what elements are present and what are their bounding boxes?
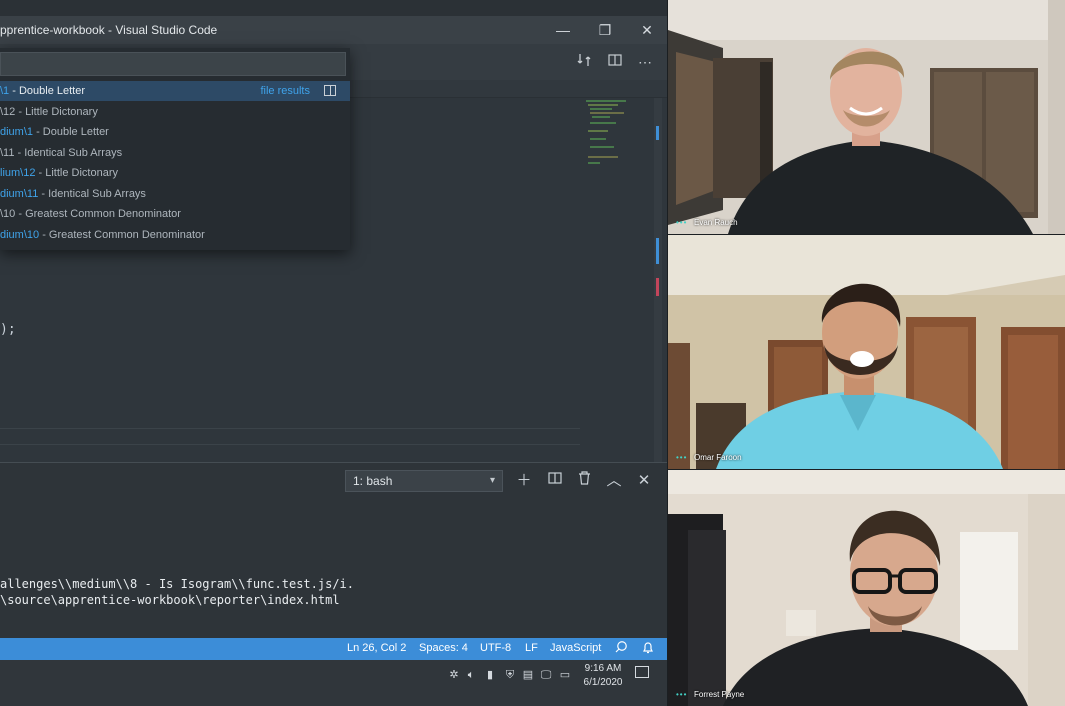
participant-name: Forrest Payne — [694, 690, 745, 699]
network-icon[interactable]: 🖵︎ — [539, 668, 553, 682]
divider — [0, 428, 580, 429]
code-fragment: ); — [0, 322, 16, 337]
quick-open-dropdown: \1 - Double Letter file results \12 - Li… — [0, 48, 350, 250]
video-tile[interactable]: ••• Evan Rauch — [668, 0, 1065, 234]
open-to-side-icon[interactable] — [324, 85, 336, 96]
microphone-icon[interactable]: ▮ — [483, 668, 497, 682]
divider — [0, 444, 580, 445]
indentation[interactable]: Spaces: 4 — [419, 642, 468, 654]
settings-icon[interactable]: ✲ — [447, 668, 461, 682]
speaker-indicator: ••• — [676, 453, 688, 462]
bell-icon[interactable] — [642, 641, 654, 657]
notification-icon[interactable] — [635, 666, 649, 678]
participant-name: Evan Rauch — [694, 218, 738, 227]
chevron-down-icon: ▾ — [489, 475, 495, 486]
taskbar: ✲ 🔈︎ ▮ ⛨ ▤ 🖵︎ ▭ 9:16 AM 6/1/2020 — [0, 660, 667, 706]
terminal-line: \source\apprentice-workbook\reporter\ind… — [0, 593, 340, 607]
video-tile[interactable]: ••• Forrest Payne — [668, 470, 1065, 706]
split-terminal-icon[interactable] — [544, 470, 566, 492]
quick-open-item[interactable]: dium\1 - Double Letter — [0, 122, 350, 142]
display-icon[interactable]: ▤ — [521, 668, 535, 682]
file-results-label: file results — [260, 85, 310, 97]
terminal-select[interactable]: 1: bash ▾ — [345, 470, 503, 492]
feedback-icon[interactable] — [614, 641, 627, 657]
quick-open-item[interactable]: dium\11 - Identical Sub Arrays — [0, 184, 350, 204]
battery-icon[interactable]: ▭ — [558, 668, 572, 682]
quick-open-item[interactable]: \1 - Double Letter file results — [0, 81, 350, 101]
top-strip — [0, 0, 667, 16]
video-tile[interactable]: ••• Omar Faroon — [668, 235, 1065, 469]
video-feed — [668, 235, 1065, 469]
compare-icon[interactable] — [574, 52, 594, 72]
terminal-line: allenges\\medium\\8 - Is Isogram\\func.t… — [0, 577, 355, 591]
quick-open-item[interactable]: \10 - Greatest Common Denominator — [0, 204, 350, 224]
add-terminal-icon[interactable]: ＋ — [513, 470, 535, 492]
trash-icon[interactable] — [573, 470, 595, 492]
close-panel-icon[interactable]: ✕ — [633, 470, 655, 492]
video-feed — [668, 470, 1065, 706]
scrollbar[interactable] — [654, 98, 662, 462]
security-icon[interactable]: ⛨ — [503, 668, 517, 682]
title-bar: pprentice-workbook - Visual Studio Code … — [0, 16, 667, 44]
quick-open-item[interactable]: lium\12 - Little Dictonary — [0, 163, 350, 183]
close-button[interactable]: ✕ — [632, 16, 662, 44]
volume-icon[interactable]: 🔈︎ — [464, 668, 478, 682]
minimize-button[interactable]: — — [548, 16, 578, 44]
end-of-line[interactable]: LF — [525, 642, 538, 654]
participant-name: Omar Faroon — [694, 453, 742, 462]
restore-button[interactable]: ❐ — [590, 16, 620, 44]
encoding[interactable]: UTF-8 — [480, 642, 511, 654]
quick-open-item[interactable]: \12 - Little Dictonary — [0, 102, 350, 122]
window-title: pprentice-workbook - Visual Studio Code — [0, 23, 218, 37]
quick-open-item[interactable]: \11 - Identical Sub Arrays — [0, 143, 350, 163]
speaker-indicator: ••• — [676, 690, 688, 699]
terminal-panel: 1: bash ▾ ＋ ︿ ✕ allenges\\medium\\8 - Is… — [0, 462, 667, 638]
quick-open-input[interactable] — [0, 52, 346, 76]
cursor-position[interactable]: Ln 26, Col 2 — [347, 642, 406, 654]
status-bar: Ln 26, Col 2 Spaces: 4 UTF-8 LF JavaScri… — [0, 638, 667, 660]
vscode-window: pprentice-workbook - Visual Studio Code … — [0, 0, 667, 706]
more-icon[interactable]: ⋯ — [635, 52, 655, 72]
split-editor-icon[interactable] — [605, 52, 625, 72]
quick-open-item[interactable]: dium\10 - Greatest Common Denominator — [0, 225, 350, 245]
clock[interactable]: 9:16 AM 6/1/2020 — [578, 662, 628, 690]
speaker-indicator: ••• — [676, 218, 688, 227]
maximize-panel-icon[interactable]: ︿ — [603, 470, 625, 492]
video-feed — [668, 0, 1065, 234]
minimap[interactable] — [584, 98, 654, 168]
language-mode[interactable]: JavaScript — [550, 642, 601, 654]
